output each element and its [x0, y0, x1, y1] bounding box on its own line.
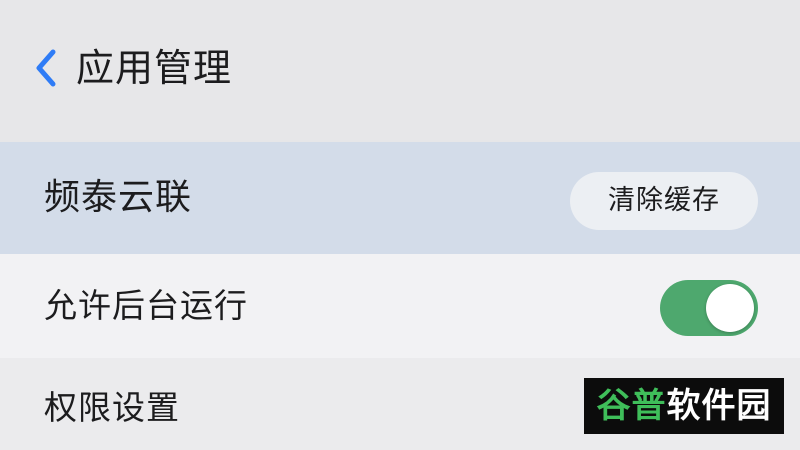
back-button[interactable] [26, 46, 66, 90]
navigation-header: 应用管理 [0, 0, 800, 140]
toggle-knob [706, 284, 754, 332]
background-run-row: 允许后台运行 [0, 254, 800, 358]
background-run-toggle[interactable] [660, 280, 758, 336]
app-name: 频泰云联 [44, 177, 193, 218]
clear-cache-button[interactable]: 清除缓存 [570, 172, 758, 230]
app-row: 频泰云联 清除缓存 [0, 142, 800, 254]
page-title: 应用管理 [76, 46, 233, 90]
permission-settings-label: 权限设置 [44, 388, 180, 427]
watermark-logo: 谷普 软件园 [584, 378, 784, 434]
watermark-text-green: 谷普 [596, 386, 667, 426]
watermark-text-white: 软件园 [666, 386, 772, 426]
background-run-label: 允许后台运行 [44, 286, 248, 325]
chevron-left-icon [36, 49, 56, 87]
